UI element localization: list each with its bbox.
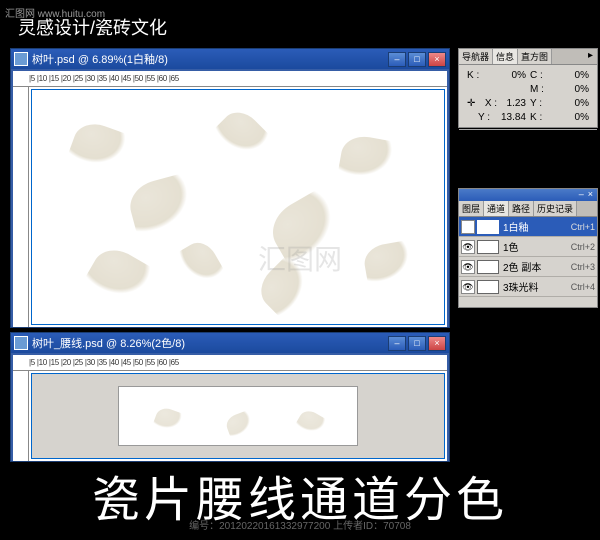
y-label: Y : (478, 111, 490, 125)
k-label: K : (467, 69, 479, 83)
info-panel: 导航器 信息 直方图 ▸ K :0% ✛X :1.23 Y :13.84 C :… (458, 48, 598, 128)
channel-row[interactable]: 👁 3珠光料Ctrl+4 (459, 277, 597, 297)
channel-row[interactable]: 👁 2色 副本Ctrl+3 (459, 257, 597, 277)
panel-menu-icon[interactable]: ▸ (584, 49, 597, 64)
channel-row[interactable]: 👁 1色Ctrl+2 (459, 237, 597, 257)
y-value: 13.84 (501, 111, 526, 125)
tab-history[interactable]: 历史记录 (534, 201, 577, 216)
panel-collapse-icon[interactable]: – (577, 189, 586, 201)
tab-paths[interactable]: 路径 (509, 201, 534, 216)
channel-tabs: 图层 通道 路径 历史记录 (459, 201, 597, 217)
m-value: 0% (575, 83, 589, 97)
visibility-toggle-icon[interactable]: 👁 (461, 240, 475, 254)
channel-thumbnail (477, 280, 499, 294)
leaf-artwork (32, 90, 444, 324)
visibility-toggle-icon[interactable]: 👁 (461, 260, 475, 274)
channel-name: 2色 副本 (503, 259, 571, 274)
waist-tile-artwork (118, 386, 358, 446)
minimize-button[interactable]: – (388, 52, 406, 67)
channel-list: 👁 1白釉Ctrl+1 👁 1色Ctrl+2 👁 2色 副本Ctrl+3 👁 3珠光料Ctrl… (459, 217, 597, 297)
window-buttons: – □ × (388, 52, 446, 67)
info-tabs: 导航器 信息 直方图 ▸ (459, 49, 597, 65)
minimize-button[interactable]: – (388, 336, 406, 351)
ruler-horizontal[interactable]: |5 |10 |15 |20 |25 |30 |35 |40 |45 |50 |… (13, 355, 447, 371)
document-window-sub: 树叶_腰线.psd @ 8.26%(2色/8) – □ × |5 |10 |15… (10, 332, 450, 462)
channel-name: 3珠光料 (503, 279, 571, 294)
tab-info[interactable]: 信息 (493, 49, 518, 64)
document-body: |5 |10 |15 |20 |25 |30 |35 |40 |45 |50 |… (13, 355, 447, 461)
maximize-button[interactable]: □ (408, 52, 426, 67)
panel-titlebar[interactable]: – × (459, 189, 597, 201)
maximize-button[interactable]: □ (408, 336, 426, 351)
titlebar-text: 树叶_腰线.psd @ 8.26%(2色/8) (32, 335, 388, 351)
x-label: X : (485, 97, 497, 111)
ruler-vertical[interactable] (13, 371, 29, 461)
channel-thumbnail (477, 260, 499, 274)
window-buttons: – □ × (388, 336, 446, 351)
w-label: W : (555, 132, 570, 146)
channel-row[interactable]: 👁 1白釉Ctrl+1 (459, 217, 597, 237)
channel-thumbnail (477, 220, 499, 234)
canvas-sub[interactable] (31, 373, 445, 459)
yc-value: 0% (575, 97, 589, 111)
visibility-toggle-icon[interactable]: 👁 (461, 280, 475, 294)
workspace: 树叶.psd @ 6.89%(1白釉/8) – □ × |5 |10 |15 |… (0, 48, 600, 468)
tab-histogram[interactable]: 直方图 (518, 49, 552, 64)
tab-channels[interactable]: 通道 (484, 201, 509, 216)
canvas-main[interactable] (31, 89, 445, 325)
document-window-main: 树叶.psd @ 6.89%(1白釉/8) – □ × |5 |10 |15 |… (10, 48, 450, 328)
channel-shortcut: Ctrl+4 (571, 282, 595, 292)
channel-shortcut: Ctrl+1 (571, 222, 595, 232)
titlebar-sub[interactable]: 树叶_腰线.psd @ 8.26%(2色/8) – □ × (11, 333, 449, 353)
yc-label: Y : (530, 97, 542, 111)
k-value: 0% (512, 69, 526, 83)
m-label: M : (530, 83, 544, 97)
site-watermark: 汇图网 www.huitu.com (5, 5, 105, 20)
visibility-toggle-icon[interactable]: 👁 (461, 220, 475, 234)
channel-name: 1色 (503, 239, 571, 254)
doc-icon (14, 52, 28, 66)
close-button[interactable]: × (428, 52, 446, 67)
titlebar-text: 树叶.psd @ 6.89%(1白釉/8) (32, 51, 388, 67)
c-value: 0% (575, 69, 589, 83)
channel-name: 1白釉 (503, 219, 571, 234)
channel-shortcut: Ctrl+2 (571, 242, 595, 252)
big-title: 瓷片腰线通道分色 (0, 460, 600, 530)
c-label: C : (530, 69, 543, 83)
h-label: H : (553, 146, 566, 160)
channel-shortcut: Ctrl+3 (571, 262, 595, 272)
channel-thumbnail (477, 240, 499, 254)
channels-panel: – × 图层 通道 路径 历史记录 👁 1白釉Ctrl+1 👁 1色Ctrl+2 👁 2色… (458, 188, 598, 308)
tab-layers[interactable]: 图层 (459, 201, 484, 216)
ruler-vertical[interactable] (13, 87, 29, 327)
titlebar-main[interactable]: 树叶.psd @ 6.89%(1白釉/8) – □ × (11, 49, 449, 69)
ruler-horizontal[interactable]: |5 |10 |15 |20 |25 |30 |35 |40 |45 |50 |… (13, 71, 447, 87)
info-body: K :0% ✛X :1.23 Y :13.84 C :0% M :0% Y :0… (459, 65, 597, 129)
k2-value: 0% (575, 111, 589, 125)
doc-icon (14, 336, 28, 350)
x-value: 1.23 (507, 97, 526, 111)
tab-navigator[interactable]: 导航器 (459, 49, 493, 64)
k2-label: K : (530, 111, 542, 125)
document-body: |5 |10 |15 |20 |25 |30 |35 |40 |45 |50 |… (13, 71, 447, 327)
panel-close-icon[interactable]: × (586, 189, 595, 201)
close-button[interactable]: × (428, 336, 446, 351)
